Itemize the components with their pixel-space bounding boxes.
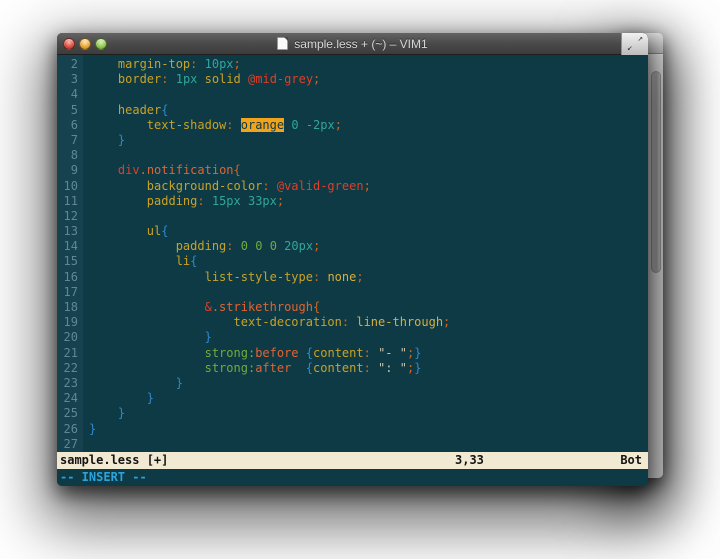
code-text: ul{ — [83, 224, 648, 239]
titlebar[interactable]: sample.less + (~) – VIM1 ↗ ↙ — [57, 33, 648, 55]
code-line: 17 — [57, 285, 648, 300]
line-number: 6 — [57, 118, 83, 133]
code-text: text-shadow: orange 0 -2px; — [83, 118, 648, 133]
window-title: sample.less + (~) – VIM1 — [294, 37, 427, 51]
line-number: 4 — [57, 87, 83, 102]
code-line: 23 } — [57, 376, 648, 391]
code-text: } — [83, 376, 648, 391]
code-text — [83, 285, 648, 300]
code-line: 10 background-color: @valid-green; — [57, 179, 648, 194]
code-text: } — [83, 406, 648, 421]
code-line: 24 } — [57, 391, 648, 406]
status-file-name: sample.less [+] — [60, 452, 168, 469]
search-highlight: orange — [241, 118, 284, 132]
line-number: 18 — [57, 300, 83, 315]
editor-area[interactable]: 2 margin-top: 10px;3 border: 1px solid @… — [57, 55, 648, 452]
code-text: list-style-type: none; — [83, 270, 648, 285]
title-group: sample.less + (~) – VIM1 — [277, 37, 427, 51]
status-scroll-position: Bot — [620, 452, 642, 469]
document-icon — [277, 37, 288, 50]
code-line: 22 strong:after {content: ": ";} — [57, 361, 648, 376]
expand-arrows-icon: ↗ ↙ — [622, 33, 648, 55]
line-number: 24 — [57, 391, 83, 406]
line-number: 3 — [57, 72, 83, 87]
code-line: 5 header{ — [57, 103, 648, 118]
line-number: 25 — [57, 406, 83, 421]
code-text: strong:after {content: ": ";} — [83, 361, 648, 376]
code-text: } — [83, 330, 648, 345]
line-number: 27 — [57, 437, 83, 452]
code-text — [83, 209, 648, 224]
line-number: 13 — [57, 224, 83, 239]
code-line: 3 border: 1px solid @mid-grey; — [57, 72, 648, 87]
code-text: background-color: @valid-green; — [83, 179, 648, 194]
code-line: 26} — [57, 422, 648, 437]
status-bar: sample.less [+] 3,33 Bot — [57, 452, 648, 469]
line-number: 2 — [57, 57, 83, 72]
code-text: div.notification{ — [83, 163, 648, 178]
line-number: 19 — [57, 315, 83, 330]
code-line: 20 } — [57, 330, 648, 345]
code-text: text-decoration: line-through; — [83, 315, 648, 330]
line-number: 9 — [57, 163, 83, 178]
code-line: 21 strong:before {content: "- ";} — [57, 346, 648, 361]
code-line: 15 li{ — [57, 254, 648, 269]
line-number: 22 — [57, 361, 83, 376]
line-number: 10 — [57, 179, 83, 194]
code-line: 9 div.notification{ — [57, 163, 648, 178]
code-text: } — [83, 422, 648, 437]
status-cursor-position: 3,33 — [455, 452, 484, 469]
code-line: 19 text-decoration: line-through; — [57, 315, 648, 330]
scrollbar-thumb[interactable] — [651, 71, 661, 273]
line-number: 8 — [57, 148, 83, 163]
line-number: 12 — [57, 209, 83, 224]
mode-line: -- INSERT -- — [57, 469, 648, 486]
code-text: strong:before {content: "- ";} — [83, 346, 648, 361]
close-button[interactable] — [63, 38, 75, 50]
app-window: sample.less + (~) – VIM1 ↗ ↙ 2 margin-to… — [57, 33, 648, 486]
code-text: &.strikethrough{ — [83, 300, 648, 315]
line-number: 17 — [57, 285, 83, 300]
code-line: 12 — [57, 209, 648, 224]
code-line: 16 list-style-type: none; — [57, 270, 648, 285]
fullscreen-button[interactable]: ↗ ↙ — [621, 33, 648, 55]
code-text: border: 1px solid @mid-grey; — [83, 72, 648, 87]
line-number: 7 — [57, 133, 83, 148]
code-text: li{ — [83, 254, 648, 269]
line-number: 15 — [57, 254, 83, 269]
code-line: 14 padding: 0 0 0 20px; — [57, 239, 648, 254]
code-text: } — [83, 133, 648, 148]
code-text: header{ — [83, 103, 648, 118]
code-line: 8 — [57, 148, 648, 163]
line-number: 16 — [57, 270, 83, 285]
code-text: margin-top: 10px; — [83, 57, 648, 72]
code-line: 27 — [57, 437, 648, 452]
code-text: padding: 0 0 0 20px; — [83, 239, 648, 254]
code-text — [83, 437, 648, 452]
code-text — [83, 148, 648, 163]
code-text: padding: 15px 33px; — [83, 194, 648, 209]
code-line: 6 text-shadow: orange 0 -2px; — [57, 118, 648, 133]
code-line: 11 padding: 15px 33px; — [57, 194, 648, 209]
line-number: 26 — [57, 422, 83, 437]
code-line: 13 ul{ — [57, 224, 648, 239]
line-number: 20 — [57, 330, 83, 345]
line-number: 11 — [57, 194, 83, 209]
line-number: 14 — [57, 239, 83, 254]
code-line: 2 margin-top: 10px; — [57, 57, 648, 72]
code-line: 18 &.strikethrough{ — [57, 300, 648, 315]
code-text: } — [83, 391, 648, 406]
minimize-button[interactable] — [79, 38, 91, 50]
line-number: 23 — [57, 376, 83, 391]
code-line: 25 } — [57, 406, 648, 421]
zoom-button[interactable] — [95, 38, 107, 50]
line-number: 21 — [57, 346, 83, 361]
code-line: 4 — [57, 87, 648, 102]
window-controls — [63, 38, 107, 50]
line-number: 5 — [57, 103, 83, 118]
code-line: 7 } — [57, 133, 648, 148]
code-text — [83, 87, 648, 102]
